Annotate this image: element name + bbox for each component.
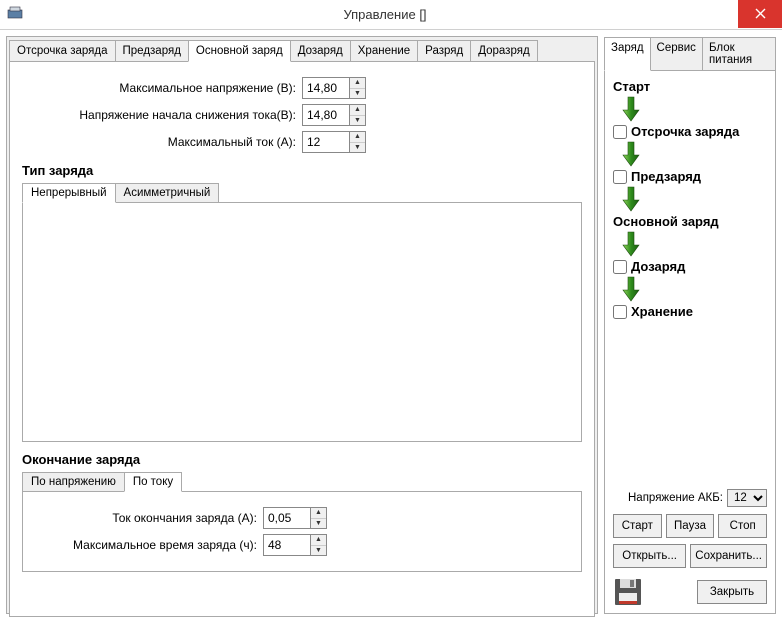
start-drop-voltage-input[interactable] <box>303 105 349 125</box>
charge-type-tab-0[interactable]: Непрерывный <box>22 183 116 203</box>
tab-4[interactable]: Хранение <box>350 40 418 62</box>
max-current-spinner[interactable]: ▲▼ <box>302 131 366 153</box>
akb-select[interactable]: 12 <box>727 489 767 507</box>
spinner-up-icon[interactable]: ▲ <box>311 508 326 519</box>
max-time-input[interactable] <box>264 535 310 555</box>
start-drop-voltage-label: Напряжение начала снижения тока(В): <box>22 108 302 122</box>
end-heading: Окончание заряда <box>22 452 582 467</box>
app-icon <box>6 5 26 25</box>
max-voltage-label: Максимальное напряжение (В): <box>22 81 302 95</box>
spinner-down-icon[interactable]: ▼ <box>350 116 365 126</box>
arrow-down-icon <box>621 96 767 122</box>
tab-5[interactable]: Разряд <box>417 40 471 62</box>
max-voltage-input[interactable] <box>303 78 349 98</box>
tab-2[interactable]: Основной заряд <box>188 40 291 62</box>
spinner-down-icon[interactable]: ▼ <box>350 89 365 99</box>
tab-0[interactable]: Отсрочка заряда <box>9 40 116 62</box>
spinner-up-icon[interactable]: ▲ <box>350 78 365 89</box>
end-tab-0[interactable]: По напряжению <box>22 472 125 492</box>
max-current-input[interactable] <box>303 132 349 152</box>
start-button[interactable]: Старт <box>613 514 662 538</box>
arrow-down-icon <box>621 141 767 167</box>
open-button[interactable]: Открыть... <box>613 544 686 568</box>
flow-step-2: Основной заряд <box>613 214 767 229</box>
flow-checkbox-3[interactable] <box>613 260 627 274</box>
charge-type-content <box>22 202 582 442</box>
flow-checkbox-4[interactable] <box>613 305 627 319</box>
close-window-button[interactable] <box>738 0 782 28</box>
tab-1[interactable]: Предзаряд <box>115 40 189 62</box>
right-tab-1[interactable]: Сервис <box>650 37 703 71</box>
spinner-up-icon[interactable]: ▲ <box>350 105 365 116</box>
tab-6[interactable]: Доразряд <box>470 40 537 62</box>
close-button[interactable]: Закрыть <box>697 580 767 604</box>
flow-step-1[interactable]: Предзаряд <box>613 169 767 184</box>
flow-step-3[interactable]: Дозаряд <box>613 259 767 274</box>
end-tab-1[interactable]: По току <box>124 472 182 492</box>
arrow-down-icon <box>621 231 767 257</box>
pause-button[interactable]: Пауза <box>666 514 715 538</box>
end-current-spinner[interactable]: ▲▼ <box>263 507 327 529</box>
stop-button[interactable]: Стоп <box>718 514 767 538</box>
charge-type-tab-1[interactable]: Асимметричный <box>115 183 220 203</box>
end-current-label: Ток окончания заряда (А): <box>33 511 263 525</box>
save-button[interactable]: Сохранить... <box>690 544 767 568</box>
flow-start: Старт <box>613 79 767 94</box>
right-tab-2[interactable]: Блок питания <box>702 37 776 71</box>
floppy-icon <box>613 577 643 607</box>
flow-step-0[interactable]: Отсрочка заряда <box>613 124 767 139</box>
spinner-up-icon[interactable]: ▲ <box>350 132 365 143</box>
spinner-down-icon[interactable]: ▼ <box>311 546 326 556</box>
spinner-down-icon[interactable]: ▼ <box>311 519 326 529</box>
right-tab-0[interactable]: Заряд <box>604 37 651 71</box>
arrow-down-icon <box>621 186 767 212</box>
max-current-label: Максимальный ток (А): <box>22 135 302 149</box>
tab-3[interactable]: Дозаряд <box>290 40 351 62</box>
max-time-spinner[interactable]: ▲▼ <box>263 534 327 556</box>
spinner-up-icon[interactable]: ▲ <box>311 535 326 546</box>
flow-step-4[interactable]: Хранение <box>613 304 767 319</box>
charge-type-heading: Тип заряда <box>22 163 582 178</box>
arrow-down-icon <box>621 276 767 302</box>
window-title: Управление [] <box>32 7 738 22</box>
max-voltage-spinner[interactable]: ▲▼ <box>302 77 366 99</box>
akb-label: Напряжение АКБ: <box>628 492 723 504</box>
max-time-label: Максимальное время заряда (ч): <box>33 538 263 552</box>
start-drop-voltage-spinner[interactable]: ▲▼ <box>302 104 366 126</box>
end-current-input[interactable] <box>264 508 310 528</box>
flow-checkbox-0[interactable] <box>613 125 627 139</box>
flow-checkbox-1[interactable] <box>613 170 627 184</box>
spinner-down-icon[interactable]: ▼ <box>350 143 365 153</box>
